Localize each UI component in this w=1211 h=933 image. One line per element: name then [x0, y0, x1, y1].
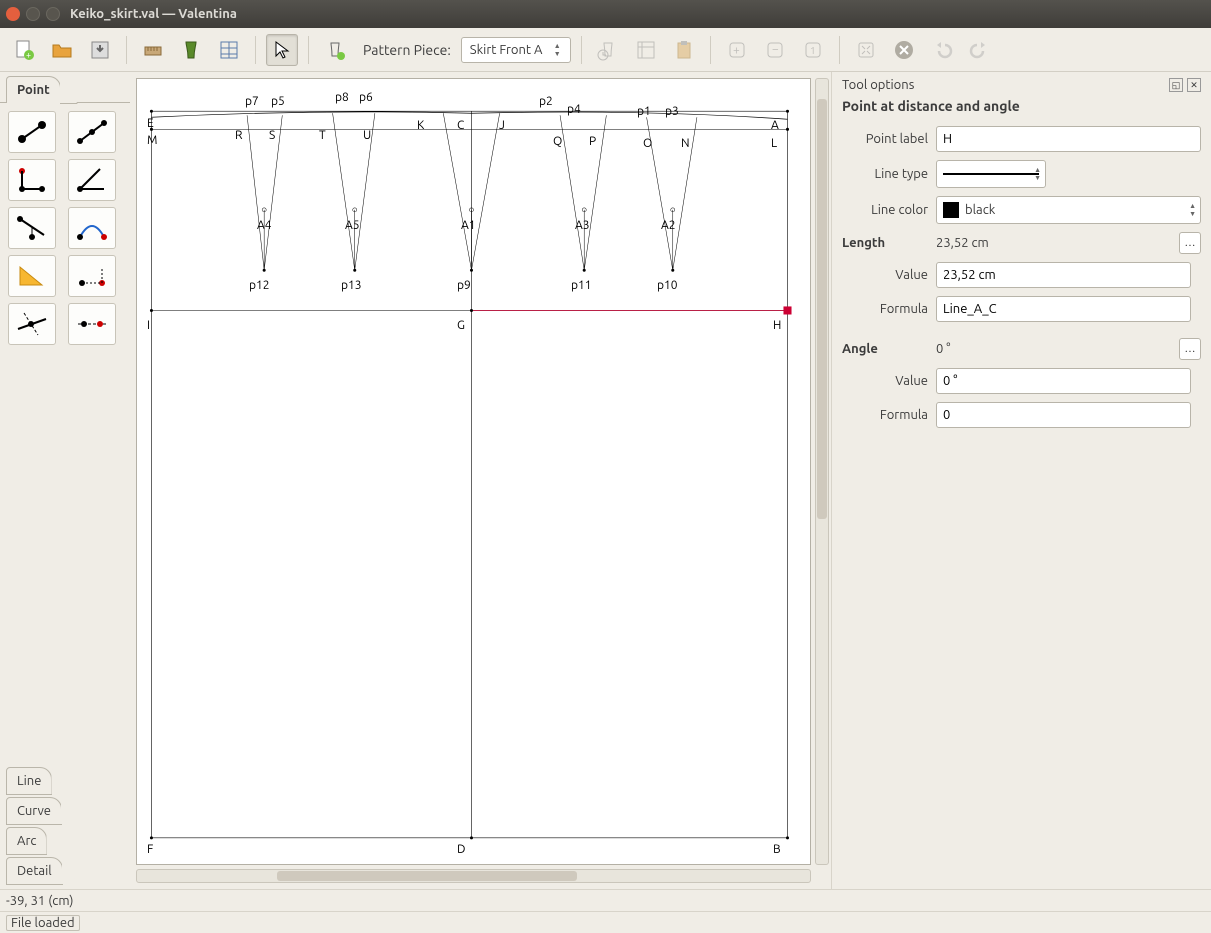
- layout-button: [630, 34, 662, 66]
- toolbox-tab-detail[interactable]: Detail: [6, 857, 63, 885]
- tool-triangle[interactable]: [8, 255, 56, 297]
- pattern-piece-label: Pattern Piece:: [363, 42, 451, 58]
- line-color-select[interactable]: black ▲▼: [936, 196, 1201, 224]
- angle-label: Angle: [842, 342, 928, 356]
- zoom-out-button: −: [759, 34, 791, 66]
- svg-text:−: −: [772, 43, 779, 56]
- line-type-label: Line type: [842, 167, 928, 181]
- tool-along-line[interactable]: [68, 111, 116, 153]
- tool-point-of-contact[interactable]: [68, 207, 116, 249]
- window-close-button[interactable]: [6, 7, 20, 21]
- main-toolbar: + Pattern Piece: Skirt Front A ▲▼ + − 1: [0, 28, 1211, 72]
- pointer-tool-button[interactable]: [266, 34, 298, 66]
- toolbox-tab-line[interactable]: Line: [6, 767, 52, 795]
- canvas-area: EMp7p5RSp8p6TUKCJp2p4QPp1p3ONALA4A5A1A3A…: [130, 72, 831, 889]
- point-label-label: Point label: [842, 132, 928, 146]
- pattern-button[interactable]: [175, 34, 207, 66]
- svg-text:+: +: [26, 50, 31, 60]
- zoom-original-button: [850, 34, 882, 66]
- panel-title: Tool options: [842, 78, 914, 92]
- titlebar: Keiko_skirt.val — Valentina: [0, 0, 1211, 28]
- line-type-select[interactable]: ▲▼: [936, 160, 1046, 188]
- point-label-input[interactable]: [936, 126, 1201, 152]
- window-maximize-button[interactable]: [46, 7, 60, 21]
- open-file-button[interactable]: [46, 34, 78, 66]
- tool-point-intersection[interactable]: [68, 255, 116, 297]
- panel-subtitle: Point at distance and angle: [832, 96, 1211, 122]
- length-label: Length: [842, 236, 928, 250]
- save-file-button[interactable]: [84, 34, 116, 66]
- tool-bisector[interactable]: [68, 159, 116, 201]
- length-formula-label: Formula: [842, 302, 928, 316]
- zoom-in-button: +: [721, 34, 753, 66]
- tool-options-panel: Tool options ◱ ✕ Point at distance and a…: [831, 72, 1211, 889]
- angle-display: 0 °: [936, 342, 1171, 356]
- panel-float-icon[interactable]: ◱: [1169, 78, 1183, 92]
- angle-expand-button[interactable]: …: [1179, 338, 1201, 360]
- length-value-label: Value: [842, 268, 928, 282]
- svg-text:+: +: [733, 44, 740, 57]
- new-file-button[interactable]: +: [8, 34, 40, 66]
- tool-line-intersect-axis[interactable]: [8, 303, 56, 345]
- tool-endpoint[interactable]: [8, 111, 56, 153]
- zoom-fit-button: 1: [797, 34, 829, 66]
- tool-shoulder[interactable]: [8, 207, 56, 249]
- horizontal-scrollbar[interactable]: [136, 869, 811, 883]
- length-formula-input[interactable]: [936, 296, 1191, 322]
- toolbox-tab-arc[interactable]: Arc: [6, 827, 47, 855]
- svg-text:1: 1: [810, 45, 816, 56]
- pattern-piece-select[interactable]: Skirt Front A ▲▼: [461, 37, 571, 63]
- tool-normal[interactable]: [8, 159, 56, 201]
- tool-curve-intersect-axis[interactable]: [68, 303, 116, 345]
- window-title: Keiko_skirt.val — Valentina: [70, 7, 237, 21]
- clipboard-button: [668, 34, 700, 66]
- angle-formula-input[interactable]: [936, 402, 1191, 428]
- length-value-input[interactable]: [936, 262, 1191, 288]
- toolbox-tab-curve[interactable]: Curve: [6, 797, 62, 825]
- status-coords: -39, 31 (cm): [0, 889, 1211, 911]
- table-button[interactable]: [213, 34, 245, 66]
- angle-value-input[interactable]: [936, 368, 1191, 394]
- drawing-canvas[interactable]: EMp7p5RSp8p6TUKCJp2p4QPp1p3ONALA4A5A1A3A…: [136, 78, 811, 865]
- status-message: File loaded: [0, 911, 1211, 933]
- history-button: [592, 34, 624, 66]
- angle-value-label: Value: [842, 374, 928, 388]
- line-color-label: Line color: [842, 203, 928, 217]
- new-pattern-piece-button[interactable]: [319, 34, 351, 66]
- stop-button[interactable]: [888, 34, 920, 66]
- left-toolbox: Point Line Curve Arc Detail: [0, 72, 130, 889]
- angle-formula-label: Formula: [842, 408, 928, 422]
- measurements-button[interactable]: [137, 34, 169, 66]
- length-expand-button[interactable]: …: [1179, 232, 1201, 254]
- pattern-svg: [137, 79, 810, 864]
- toolbox-tab-point[interactable]: Point: [6, 76, 61, 103]
- undo-button: [926, 34, 958, 66]
- panel-close-icon[interactable]: ✕: [1187, 78, 1201, 92]
- window-minimize-button[interactable]: [26, 7, 40, 21]
- redo-button: [964, 34, 996, 66]
- vertical-scrollbar[interactable]: [815, 78, 829, 865]
- length-display: 23,52 cm: [936, 236, 1171, 250]
